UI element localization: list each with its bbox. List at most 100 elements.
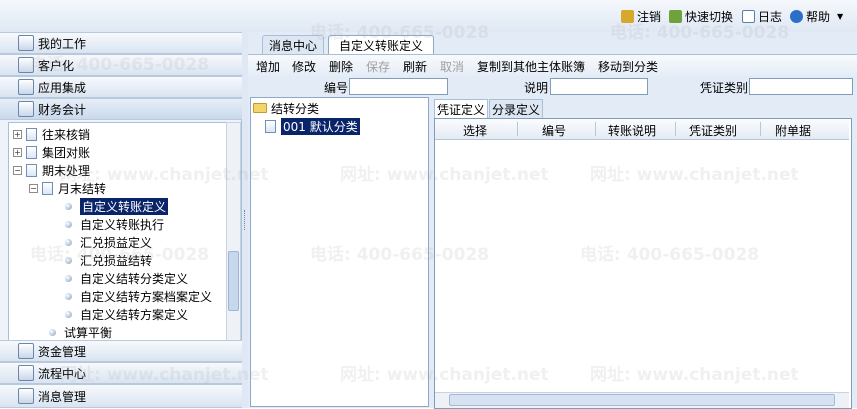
log-label: 日志 (758, 9, 783, 24)
section-finance[interactable]: 财务会计 (0, 98, 242, 120)
tree-item-group-reconcile[interactable]: + 集团对账 (13, 143, 90, 161)
tree-item-class-def[interactable]: 自定义结转分类定义 (61, 269, 188, 287)
tab-entry-def[interactable]: 分录定义 (489, 99, 543, 118)
tree-item-fx-transfer[interactable]: 汇兑损益结转 (61, 251, 152, 269)
delete-button[interactable]: 删除 (329, 58, 353, 75)
section-my-work[interactable]: 我的工作 (0, 32, 242, 54)
quick-switch-label: 快速切换 (685, 9, 734, 24)
tree-item-label: 自定义结转方案定义 (80, 307, 189, 322)
refresh-button[interactable]: 刷新 (403, 58, 427, 75)
tab-label: 凭证定义 (436, 102, 485, 117)
voucher-grid: 选择 编号 转账说明 凭证类别 附单据 (434, 118, 852, 409)
column-header-select[interactable]: 选择 (463, 122, 487, 139)
section-customize[interactable]: 客户化 (0, 54, 242, 76)
save-button[interactable]: 保存 (366, 58, 390, 75)
bullet-icon (65, 292, 72, 300)
column-header-attachments[interactable]: 附单据 (775, 122, 811, 139)
finance-tree: + 往来核销 + 集团对账 − 期末处理 − 月末结转 自定义转账定义 自定义转… (8, 122, 228, 370)
expand-icon[interactable]: + (13, 147, 22, 157)
help-menu[interactable]: 帮助 ▼ (790, 8, 843, 24)
tree-item-fx-def[interactable]: 汇兑损益定义 (61, 233, 152, 251)
bullet-icon (65, 238, 72, 246)
description-label: 说明 (524, 81, 549, 95)
grid-horizontal-scrollbar[interactable] (435, 392, 849, 408)
grid-header: 选择 编号 转账说明 凭证类别 附单据 (435, 119, 849, 140)
tree-item-month-end[interactable]: − 月末结转 (29, 179, 106, 197)
copy-to-ledger-button[interactable]: 复制到其他主体账簿 (477, 58, 585, 75)
switch-icon (669, 9, 682, 23)
column-header-transfer-desc[interactable]: 转账说明 (608, 122, 656, 139)
scroll-thumb[interactable] (449, 394, 835, 406)
column-header-voucher-type[interactable]: 凭证类别 (689, 122, 737, 139)
help-icon (790, 9, 803, 23)
expand-icon[interactable]: + (13, 129, 22, 139)
tree-item-custom-transfer-exec[interactable]: 自定义转账执行 (61, 215, 164, 233)
message-icon (18, 388, 34, 404)
column-header-number[interactable]: 编号 (542, 122, 566, 139)
tree-item-label: 集团对账 (42, 145, 91, 160)
tab-voucher-def[interactable]: 凭证定义 (434, 99, 488, 118)
section-label: 消息管理 (38, 389, 87, 404)
key-icon (621, 9, 634, 23)
tree-item-scheme-def[interactable]: 自定义结转方案定义 (61, 305, 188, 323)
document-icon (26, 127, 37, 141)
bullet-icon (65, 256, 72, 264)
section-fund[interactable]: 资金管理 (0, 340, 242, 362)
tab-label: 消息中心 (268, 38, 317, 53)
tab-message-center[interactable]: 消息中心 (262, 35, 324, 54)
quick-switch-link[interactable]: 快速切换 (669, 8, 733, 24)
column-separator[interactable] (675, 122, 676, 136)
definition-pane: 凭证定义 分录定义 选择 编号 转账说明 凭证类别 附单据 (431, 97, 853, 409)
process-icon (18, 365, 34, 381)
tab-label: 分录定义 (491, 102, 540, 117)
document-icon (265, 119, 276, 133)
section-app-integration[interactable]: 应用集成 (0, 76, 242, 98)
tab-custom-transfer-def[interactable]: 自定义转账定义 (328, 35, 434, 54)
section-process[interactable]: 流程中心 (0, 362, 242, 384)
column-separator[interactable] (760, 122, 761, 136)
bullet-icon (65, 310, 72, 318)
tree-root-label: 结转分类 (271, 101, 320, 116)
section-label: 我的工作 (38, 36, 87, 51)
tree-vertical-scrollbar[interactable]: ▼ (226, 122, 241, 368)
toolbar: 增加 修改 删除 保存 刷新 取消 复制到其他主体账簿 移动到分类 (248, 54, 857, 77)
tree-item-label: 自定义结转分类定义 (80, 271, 189, 286)
section-label: 财务会计 (38, 102, 87, 117)
tree-item-trial-balance[interactable]: 试算平衡 (45, 323, 112, 341)
tree-item-label: 自定义转账执行 (80, 217, 165, 232)
tree-item-reconcile[interactable]: + 往来核销 (13, 125, 90, 143)
collapse-icon[interactable]: − (13, 165, 22, 175)
logout-link[interactable]: 注销 (621, 8, 661, 24)
move-to-class-button[interactable]: 移动到分类 (598, 58, 658, 75)
add-button[interactable]: 增加 (256, 58, 280, 75)
help-label: 帮助 (806, 9, 831, 24)
description-field[interactable] (550, 78, 648, 95)
filter-row: 编号 说明 凭证类别 (248, 76, 857, 97)
document-icon (26, 163, 37, 177)
tree-item-custom-transfer-def[interactable]: 自定义转账定义 (61, 197, 169, 215)
bullet-icon (65, 274, 72, 282)
chevron-down-icon: ▼ (837, 11, 844, 21)
customize-icon (18, 57, 34, 73)
tree-item-scheme-archive-def[interactable]: 自定义结转方案档案定义 (61, 287, 212, 305)
tree-item-label: 月末结转 (58, 181, 107, 196)
section-label: 流程中心 (38, 366, 87, 381)
tree-root-transfer-class[interactable]: 结转分类 (253, 99, 319, 117)
column-separator[interactable] (595, 122, 596, 136)
cancel-button[interactable]: 取消 (440, 58, 464, 75)
section-message[interactable]: 消息管理 (0, 384, 242, 408)
number-field[interactable] (349, 78, 448, 95)
tree-item-default-class[interactable]: 001 默认分类 (265, 117, 360, 135)
scroll-thumb[interactable] (228, 251, 239, 311)
tree-item-label: 汇兑损益结转 (80, 253, 153, 268)
section-label: 应用集成 (38, 80, 87, 95)
collapse-icon[interactable]: − (29, 183, 38, 193)
edit-button[interactable]: 修改 (292, 58, 316, 75)
tree-item-period-end[interactable]: − 期末处理 (13, 161, 90, 179)
tree-item-label: 试算平衡 (64, 325, 113, 340)
log-link[interactable]: 日志 (742, 8, 782, 24)
document-icon (26, 145, 37, 159)
my-work-icon (18, 35, 34, 51)
column-separator[interactable] (517, 122, 518, 136)
voucher-type-field[interactable] (749, 78, 853, 95)
